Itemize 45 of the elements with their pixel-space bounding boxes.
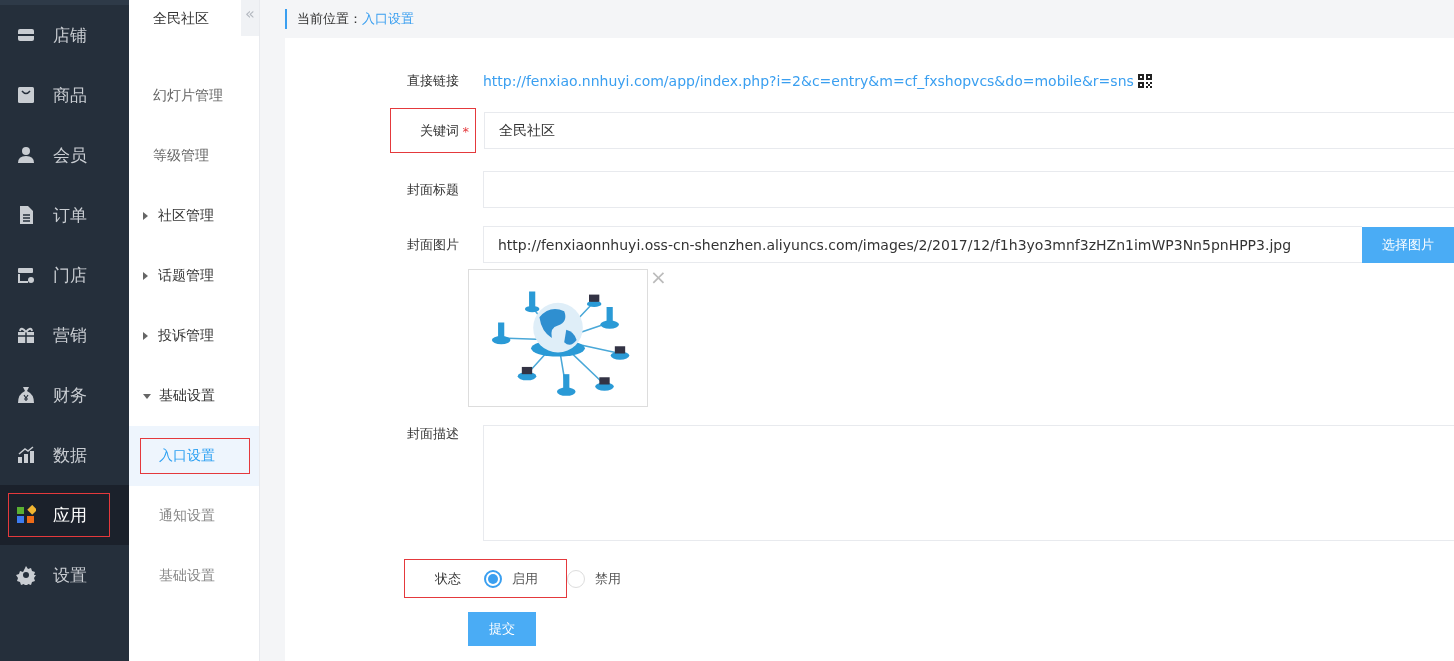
gift-icon: [16, 325, 36, 345]
field-label: 封面标题: [407, 180, 459, 199]
sub-nav-group[interactable]: 投诉管理: [129, 306, 259, 366]
nav-item[interactable]: 订单: [0, 185, 129, 245]
sub-nav-item[interactable]: 基础设置: [129, 546, 259, 606]
sub-nav-title[interactable]: 全民社区: [129, 0, 241, 36]
nav-item[interactable]: 店铺: [0, 5, 129, 65]
app-grid-icon: [16, 505, 36, 525]
field-label: 封面描述: [407, 425, 459, 443]
sub-nav-item[interactable]: 通知设置: [129, 486, 259, 546]
nav-item[interactable]: 门店: [0, 245, 129, 305]
qr-code-icon[interactable]: [1137, 74, 1152, 88]
gear-icon: [16, 565, 36, 585]
nav-item[interactable]: 数据: [0, 425, 129, 485]
shop-icon: [16, 265, 36, 285]
nav-item[interactable]: 营销: [0, 305, 129, 365]
bag-icon: [16, 85, 36, 105]
sub-nav-group[interactable]: 社区管理: [129, 186, 259, 246]
radio-option[interactable]: 禁用: [567, 569, 621, 588]
field-label: 直接链接: [407, 72, 459, 90]
field-label: 状态: [435, 569, 461, 588]
user-icon: [16, 145, 36, 165]
radio-button[interactable]: [484, 569, 502, 588]
field-label: 封面图片: [407, 235, 459, 254]
radio-label: 启用: [512, 569, 538, 588]
sub-nav-item[interactable]: 幻灯片管理: [129, 66, 259, 126]
sub-nav-group[interactable]: 基础设置: [129, 366, 259, 426]
nav-item[interactable]: 应用: [0, 485, 129, 545]
nav-item[interactable]: 设置: [0, 545, 129, 605]
radio-label: 禁用: [595, 569, 621, 588]
field-label: 关键词: [420, 121, 459, 140]
highlight-frame: 应用: [8, 493, 110, 537]
nav-item[interactable]: 商品: [0, 65, 129, 125]
sub-nav-group[interactable]: 话题管理: [129, 246, 259, 306]
radio-option[interactable]: 启用: [484, 569, 538, 588]
cover-image-input[interactable]: http://fenxiaonnhuyi.oss-cn-shenzhen.aliyuncs.com/images/2/2017/12/f1h3yo3mnf3zHZn1imWP3Nn5pnHPP3.jpg: [483, 226, 1362, 263]
required-mark: *: [462, 123, 469, 139]
sub-nav-item[interactable]: 等级管理: [129, 126, 259, 186]
bar-chart-icon: [16, 445, 36, 465]
nav-item[interactable]: 会员: [0, 125, 129, 185]
breadcrumb-label: 当前位置：: [297, 10, 362, 28]
keyword-input[interactable]: 全民社区: [484, 112, 1454, 149]
money-bag-icon: [16, 385, 36, 405]
nav-item[interactable]: 财务: [0, 365, 129, 425]
highlight-frame: 入口设置: [140, 438, 250, 474]
